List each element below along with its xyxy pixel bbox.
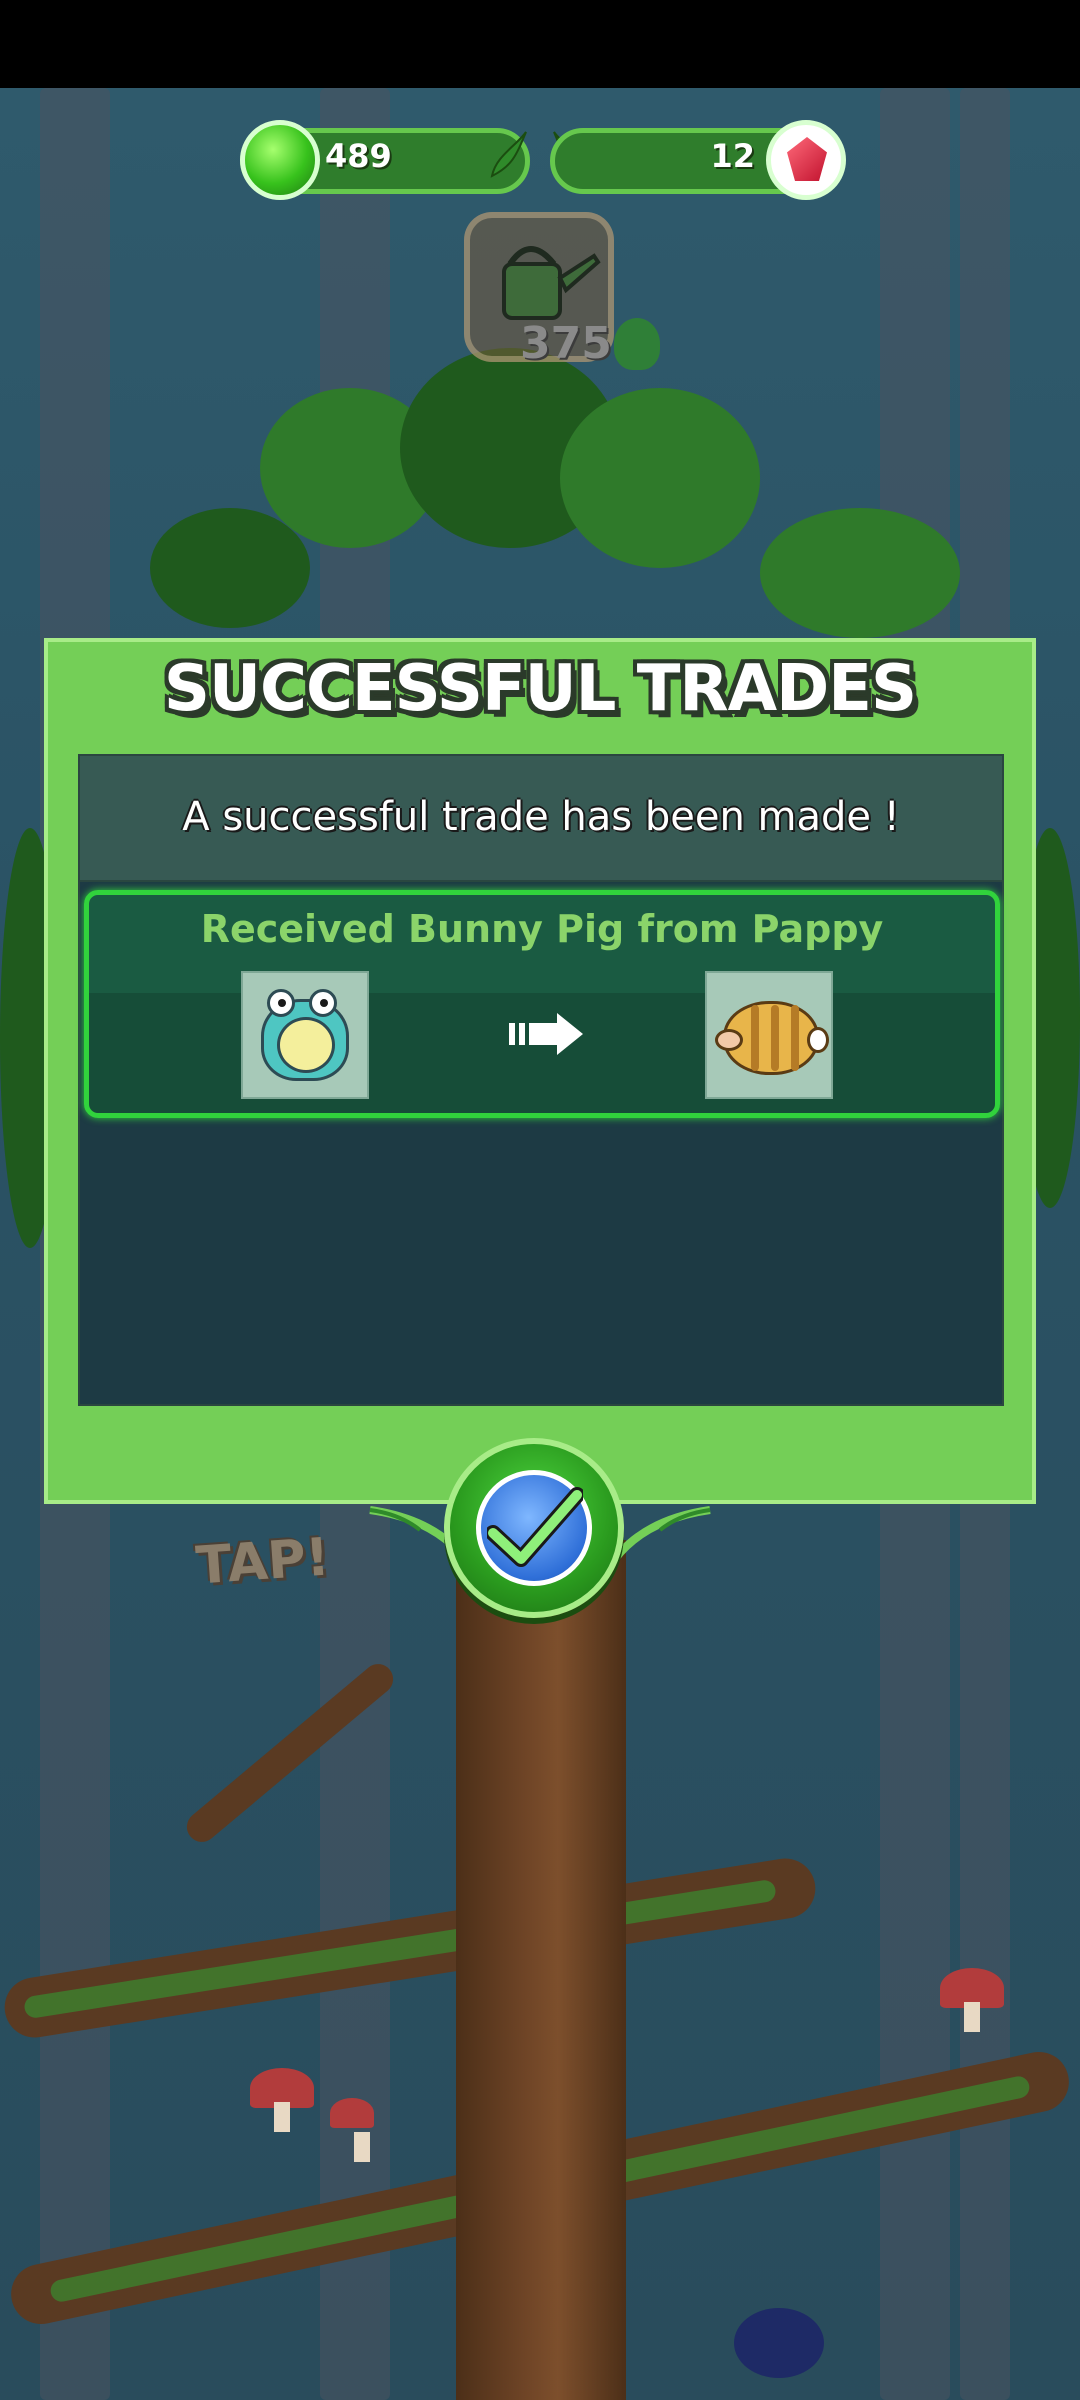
confirm-button-face: [476, 1470, 592, 1586]
mushroom: [330, 2098, 374, 2162]
foliage: [560, 388, 760, 568]
trade-label: Received Bunny Pig from Pappy: [200, 907, 884, 951]
arrow-right-icon: [509, 1013, 583, 1055]
confirm-button[interactable]: [444, 1438, 624, 1618]
trade-message: A successful trade has been made !: [182, 794, 900, 840]
foliage: [150, 508, 310, 628]
status-bar: [0, 0, 1080, 88]
pig-stripe: [791, 1005, 799, 1071]
tap-hint: TAP!: [194, 1527, 332, 1597]
trade-list[interactable]: Received Bunny Pig from Pappy: [78, 880, 1004, 1406]
red-currency-value: 12: [710, 137, 755, 175]
watering-can-cost: 375: [520, 318, 612, 369]
red-gem-icon: [766, 120, 846, 200]
frog-belly: [277, 1017, 335, 1073]
checkmark-icon: [487, 1487, 583, 1567]
green-drop-icon: [614, 318, 660, 370]
leaf-ornament-icon: [490, 131, 527, 178]
mushroom: [250, 2068, 314, 2132]
trade-row[interactable]: Received Bunny Pig from Pappy: [84, 890, 1000, 1118]
message-box: A successful trade has been made !: [78, 754, 1004, 882]
green-gem-icon: [240, 120, 320, 200]
foliage: [760, 508, 960, 638]
moss: [22, 1878, 778, 2020]
frog-creature-icon: [241, 971, 369, 1099]
main-tree-trunk[interactable]: [456, 1540, 626, 2400]
successful-trades-dialog: SUCCESSFUL TRADES A successful trade has…: [44, 638, 1036, 1504]
pig-stripe: [751, 1005, 759, 1071]
spider-creature[interactable]: [734, 2308, 824, 2378]
pig-tail: [807, 1027, 829, 1053]
bunny-pig-creature-icon: [705, 971, 833, 1099]
green-currency-value: 489: [325, 137, 392, 175]
mushroom: [940, 1968, 1004, 2032]
pig-snout: [715, 1029, 743, 1051]
frog-eye: [309, 989, 337, 1017]
frog-eye: [267, 989, 295, 1017]
dialog-title: SUCCESSFUL TRADES: [163, 652, 917, 726]
pig-stripe: [771, 1005, 779, 1071]
